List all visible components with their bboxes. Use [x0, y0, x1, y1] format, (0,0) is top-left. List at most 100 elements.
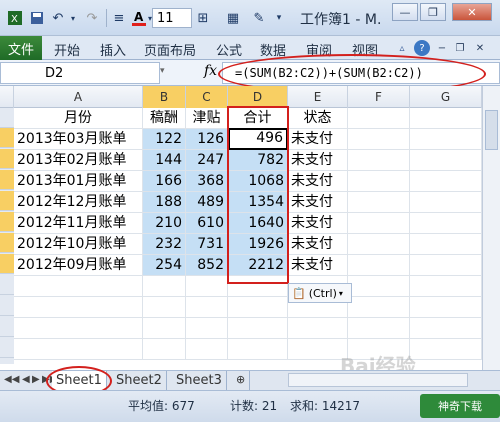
insert-sheet-icon[interactable]: ⊕ — [232, 371, 251, 391]
empty-cell[interactable] — [410, 150, 482, 171]
column-header-f[interactable]: F — [348, 86, 410, 108]
sheet-tab-3[interactable]: Sheet3 — [172, 371, 227, 391]
row-header[interactable] — [0, 338, 14, 358]
fee-cell[interactable]: 210 — [143, 213, 186, 234]
allowance-cell[interactable]: 368 — [186, 171, 228, 192]
name-box[interactable]: D2 — [0, 62, 160, 84]
restore-button[interactable]: ❐ — [420, 3, 446, 21]
active-cell-value[interactable]: 496 — [228, 128, 286, 148]
allowance-cell[interactable]: 489 — [186, 192, 228, 213]
header-cell-status[interactable]: 状态 — [288, 108, 348, 129]
empty-cell[interactable] — [410, 108, 482, 129]
empty-cell[interactable] — [410, 171, 482, 192]
undo-dropdown-icon[interactable]: ▾ — [68, 8, 78, 28]
empty-cell[interactable] — [14, 339, 143, 360]
empty-cell[interactable] — [348, 192, 410, 213]
row-header[interactable] — [0, 317, 14, 337]
header-cell-allowance[interactable]: 津贴 — [186, 108, 228, 129]
row-header[interactable] — [0, 108, 14, 128]
fee-cell[interactable]: 188 — [143, 192, 186, 213]
empty-cell[interactable] — [348, 297, 410, 318]
select-all-corner[interactable] — [0, 86, 14, 108]
empty-cell[interactable] — [348, 318, 410, 339]
empty-cell[interactable] — [348, 234, 410, 255]
prev-sheet-icon[interactable]: ◀ — [22, 374, 30, 385]
next-sheet-icon[interactable]: ▶ — [32, 374, 40, 385]
column-header-g[interactable]: G — [410, 86, 482, 108]
empty-cell[interactable] — [14, 297, 143, 318]
status-cell[interactable]: 未支付 — [288, 150, 348, 171]
month-cell[interactable]: 2013年03月账单 — [14, 129, 143, 150]
column-header-e[interactable]: E — [288, 86, 348, 108]
empty-cell[interactable] — [143, 276, 186, 297]
column-header-c[interactable]: C — [186, 86, 228, 108]
header-cell-fee[interactable]: 稿酬 — [143, 108, 186, 129]
month-cell[interactable]: 2013年02月账单 — [14, 150, 143, 171]
empty-cell[interactable] — [410, 297, 482, 318]
close-button[interactable]: ✕ — [452, 3, 492, 21]
empty-cell[interactable] — [186, 276, 228, 297]
fee-cell[interactable]: 232 — [143, 234, 186, 255]
undo-icon[interactable]: ↶ — [48, 8, 68, 28]
fee-cell[interactable]: 144 — [143, 150, 186, 171]
align-icon[interactable]: ≡ — [110, 8, 128, 28]
empty-cell[interactable] — [410, 129, 482, 150]
empty-cell[interactable] — [348, 129, 410, 150]
empty-cell[interactable] — [228, 318, 288, 339]
empty-cell[interactable] — [348, 213, 410, 234]
table-icon[interactable]: ▦ — [224, 8, 242, 28]
month-cell[interactable]: 2013年01月账单 — [14, 171, 143, 192]
empty-cell[interactable] — [143, 339, 186, 360]
row-header[interactable] — [0, 212, 14, 232]
border-icon[interactable]: ⊞ — [194, 8, 212, 28]
format-painter-icon[interactable]: ✎ — [250, 8, 268, 28]
tab-home[interactable]: 开始 — [54, 40, 80, 59]
restore-workbook-icon[interactable]: ❐ — [452, 40, 468, 56]
minimize-button[interactable]: — — [392, 3, 418, 21]
row-header[interactable] — [0, 191, 14, 211]
month-cell[interactable]: 2012年12月账单 — [14, 192, 143, 213]
empty-cell[interactable] — [348, 108, 410, 129]
empty-cell[interactable] — [14, 318, 143, 339]
allowance-cell[interactable]: 852 — [186, 255, 228, 276]
empty-cell[interactable] — [348, 150, 410, 171]
row-header[interactable] — [0, 149, 14, 169]
help-icon[interactable]: ? — [414, 40, 430, 56]
allowance-cell[interactable]: 610 — [186, 213, 228, 234]
column-header-b[interactable]: B — [143, 86, 186, 108]
paste-options-button[interactable]: 📋 (Ctrl) ▾ — [288, 283, 352, 303]
empty-cell[interactable] — [186, 318, 228, 339]
empty-cell[interactable] — [410, 192, 482, 213]
row-header[interactable] — [0, 275, 14, 295]
tab-page-layout[interactable]: 页面布局 — [144, 40, 196, 59]
empty-cell[interactable] — [288, 318, 348, 339]
empty-cell[interactable] — [348, 276, 410, 297]
empty-cell[interactable] — [410, 276, 482, 297]
column-header-d[interactable]: D — [228, 86, 288, 108]
empty-cell[interactable] — [228, 339, 288, 360]
column-header-a[interactable]: A — [14, 86, 143, 108]
empty-cell[interactable] — [143, 297, 186, 318]
empty-cell[interactable] — [410, 234, 482, 255]
font-size-box[interactable]: 11 — [152, 8, 192, 28]
month-cell[interactable]: 2012年11月账单 — [14, 213, 143, 234]
tab-file[interactable]: 文件 — [0, 36, 42, 60]
redo-icon[interactable]: ↷ — [82, 8, 102, 28]
allowance-cell[interactable]: 247 — [186, 150, 228, 171]
vertical-scroll-thumb[interactable] — [485, 110, 498, 150]
row-header[interactable] — [0, 296, 14, 316]
empty-cell[interactable] — [410, 318, 482, 339]
month-cell[interactable]: 2012年10月账单 — [14, 234, 143, 255]
fee-cell[interactable]: 254 — [143, 255, 186, 276]
first-sheet-icon[interactable]: ◀◀ — [4, 374, 19, 385]
empty-cell[interactable] — [14, 276, 143, 297]
status-cell[interactable]: 未支付 — [288, 234, 348, 255]
fee-cell[interactable]: 122 — [143, 129, 186, 150]
empty-cell[interactable] — [143, 318, 186, 339]
empty-cell[interactable] — [410, 255, 482, 276]
fee-cell[interactable]: 166 — [143, 171, 186, 192]
allowance-cell[interactable]: 126 — [186, 129, 228, 150]
empty-cell[interactable] — [410, 213, 482, 234]
status-cell[interactable]: 未支付 — [288, 129, 348, 150]
empty-cell[interactable] — [186, 339, 228, 360]
